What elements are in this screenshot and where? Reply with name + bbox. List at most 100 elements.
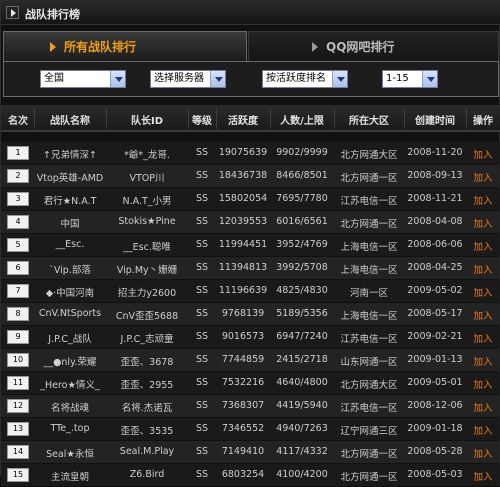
cell-activity: 9768139 [221, 308, 265, 319]
cell-level: SS [195, 193, 209, 204]
column-members: 人数/上限 [280, 116, 324, 127]
join-link[interactable]: 加入 [467, 400, 499, 414]
cell-members: 8466/8501 [276, 170, 328, 181]
cell-activity: 12039553 [218, 216, 268, 227]
cell-created: 2008-05-28 [407, 446, 463, 457]
cell-leader-id: VTOP川 [129, 173, 165, 184]
join-link[interactable]: 加入 [467, 262, 499, 276]
rank-badge: 14 [7, 445, 29, 459]
cell-created: 2008-12-06 [407, 400, 463, 411]
join-link[interactable]: 加入 [467, 193, 499, 207]
server-select[interactable]: 选择服务器 [150, 70, 226, 88]
join-link[interactable]: 加入 [467, 239, 499, 253]
tab-arrow-icon [50, 42, 56, 52]
cell-created: 2008-04-08 [407, 216, 463, 227]
cell-zone: 北方网通一区 [340, 472, 398, 483]
join-link[interactable]: 加入 [467, 354, 499, 368]
column-activity: 活跃度 [228, 116, 258, 127]
join-link[interactable]: 加入 [467, 147, 499, 161]
cell-level: SS [195, 262, 209, 273]
chevron-down-icon[interactable] [110, 71, 125, 87]
join-link[interactable]: 加入 [467, 446, 499, 460]
chevron-down-icon[interactable] [210, 71, 225, 87]
cell-zone: 北方网通一区 [340, 219, 398, 230]
cell-level: SS [195, 216, 209, 227]
cell-members: 4100/4200 [276, 469, 328, 480]
sort-select[interactable]: 按活跃度排名 [262, 70, 348, 88]
cell-leader-id: CnV歪歪5688 [115, 311, 179, 322]
cell-members: 4117/4332 [276, 446, 328, 457]
chevron-down-icon[interactable] [332, 71, 347, 87]
cell-created: 2008-06-06 [407, 239, 463, 250]
join-link[interactable]: 加入 [467, 308, 499, 322]
join-link[interactable]: 加入 [467, 469, 499, 483]
region-select-value: 全国 [44, 73, 64, 84]
range-select[interactable]: 1-15 [382, 70, 438, 88]
column-leader-id: 队长ID [130, 116, 164, 127]
join-link[interactable]: 加入 [467, 423, 499, 437]
cell-level: SS [195, 285, 209, 296]
join-link[interactable]: 加入 [467, 331, 499, 345]
cell-members: 7695/7780 [276, 193, 328, 204]
cell-activity: 11994451 [218, 239, 268, 250]
cell-team-name: 主流皇朝 [50, 472, 89, 483]
cell-zone: 江苏电信一区 [340, 403, 398, 414]
cell-leader-id: N.A.T_小男 [122, 196, 172, 207]
join-link[interactable]: 加入 [467, 170, 499, 184]
title-arrow-icon [6, 6, 19, 19]
cell-team-name: ◆·中国河南 [45, 288, 95, 299]
cell-team-name: __Esc. [55, 239, 85, 250]
table-row: 7 ◆·中国河南 招主力y2600 SS 11196639 4825/4830 河南一区 20… [1, 280, 500, 302]
join-link[interactable]: 加入 [467, 377, 499, 391]
cell-zone: 辽宁网通三区 [340, 426, 398, 437]
cell-activity: 11394813 [218, 262, 268, 273]
cell-zone: 上海电信一区 [340, 242, 398, 253]
cell-activity: 7346552 [221, 423, 265, 434]
cell-level: SS [195, 331, 209, 342]
cell-created: 2008-09-13 [407, 170, 463, 181]
cell-activity: 9016573 [221, 331, 265, 342]
cell-level: SS [195, 239, 209, 250]
panel-title: 战队排行榜 [25, 8, 80, 21]
rank-badge: 12 [7, 399, 29, 413]
column-rank: 名次 [8, 116, 28, 127]
cell-members: 9902/9999 [276, 147, 328, 158]
cell-members: 6947/7240 [276, 331, 328, 342]
cell-members: 5189/5356 [276, 308, 328, 319]
cell-created: 2008-11-21 [407, 193, 463, 204]
cell-zone: 上海电信一区 [340, 311, 398, 322]
cell-team-name: 君行★N.A.T [43, 196, 97, 207]
table-row: 9 J.P.C_战队 J.P.C_志顽童 SS 9016573 6947/7240 江苏电信… [1, 326, 500, 348]
cell-level: SS [195, 400, 209, 411]
server-select-value: 选择服务器 [154, 73, 204, 84]
cell-members: 2415/2718 [276, 354, 328, 365]
table-row: 6 `Vip.部落 Vip.My丶姗姗 SS 11394813 3992/5708 上海电信… [1, 257, 500, 279]
cell-zone: 北方网通一区 [340, 449, 398, 460]
join-link[interactable]: 加入 [467, 216, 499, 230]
cell-level: SS [195, 354, 209, 365]
rank-badge: 8 [7, 307, 29, 321]
team-ranking-panel: 战队排行榜 所有战队排行 QQ网吧排行 全国 选择服务器 按活跃度排名 1-15 [0, 0, 500, 486]
cell-team-name: 中国 [60, 219, 80, 230]
cell-team-name: Seal★永恒 [46, 449, 94, 460]
cell-team-name: Vtop英雄-AMD [36, 173, 104, 184]
cell-activity: 11196639 [218, 285, 268, 296]
tab-all-teams[interactable]: 所有战队排行 [3, 31, 247, 61]
cell-created: 2008-05-03 [407, 469, 463, 480]
cell-leader-id: Stokis★Pine [118, 216, 176, 227]
join-link[interactable]: 加入 [467, 285, 499, 299]
cell-created: 2009-01-18 [407, 423, 463, 434]
table-row: 15 主流皇朝 Z6.Bird SS 6803254 4100/4200 北方网通一区 200… [1, 464, 500, 486]
chevron-down-icon[interactable] [422, 71, 437, 87]
cell-leader-id: Seal.M.Play [119, 446, 175, 457]
cell-created: 2009-01-13 [407, 354, 463, 365]
region-select[interactable]: 全国 [40, 70, 126, 88]
ranking-table-body: 1 ↑兄弟情深↑ *爺*_龙哥. SS 19075639 9902/9999 北方网通大区 2… [1, 142, 500, 487]
tab-qq-netcafe[interactable]: QQ网吧排行 [248, 31, 499, 61]
cell-zone: 北方网通大区 [340, 150, 398, 161]
cell-leader-id: 歪歪、3535 [120, 426, 174, 437]
tab-arrow-icon [312, 42, 318, 52]
cell-zone: 山东网通一区 [340, 357, 398, 368]
cell-members: 3992/5708 [276, 262, 328, 273]
rank-badge: 7 [7, 284, 29, 298]
